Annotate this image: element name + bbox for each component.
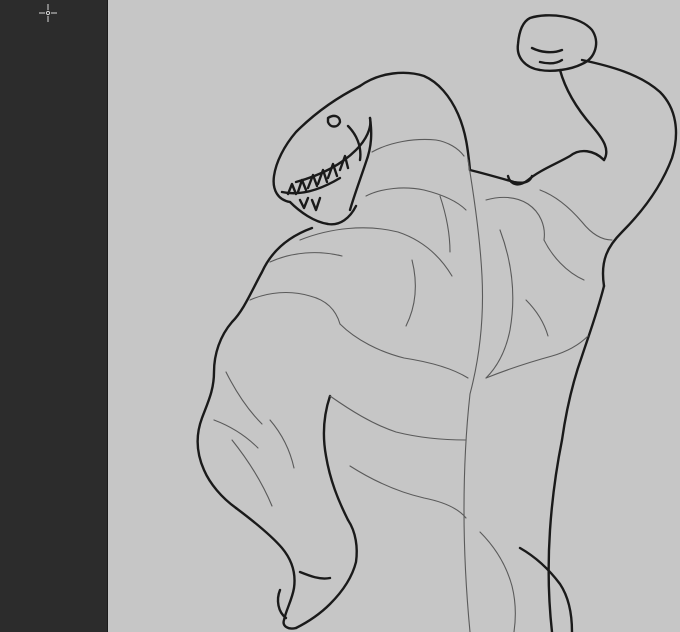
flexed-arm-outline	[580, 58, 678, 288]
crosshair-cursor-icon	[39, 4, 57, 22]
line-art-drawing	[196, 14, 678, 632]
head-outline	[358, 71, 472, 172]
left-tool-panel	[0, 0, 107, 632]
left-arm-outline	[196, 226, 314, 510]
drawing-canvas[interactable]	[108, 0, 680, 632]
